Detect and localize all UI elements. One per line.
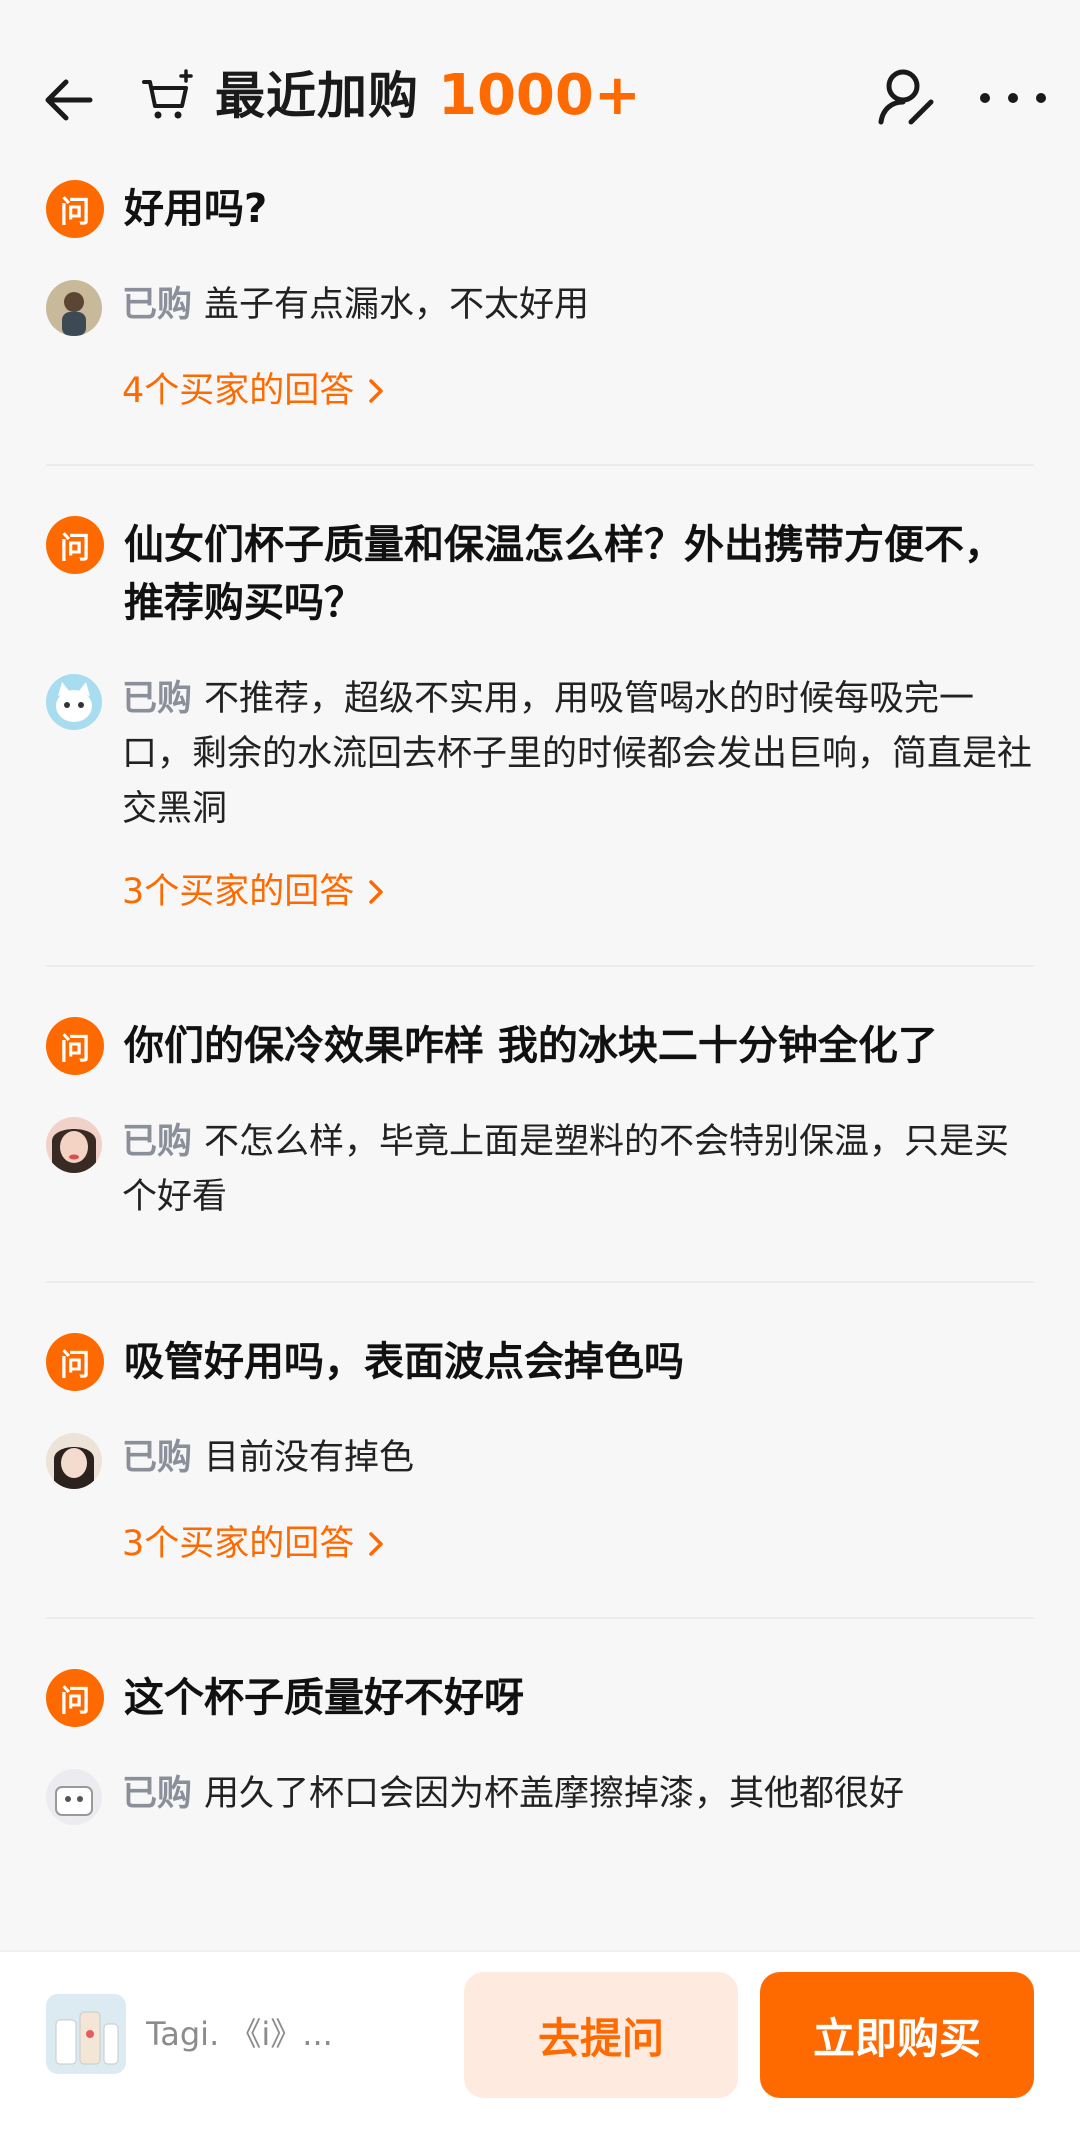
question-row: 问 好用吗? <box>46 180 1034 238</box>
more-dot-icon <box>1036 93 1046 103</box>
question-row: 问 这个杯子质量好不好呀 <box>46 1669 1034 1727</box>
page-title: 最近加购 <box>215 67 419 125</box>
answer-text: 已购 盖子有点漏水，不太好用 <box>122 278 1034 333</box>
question-badge: 问 <box>46 180 104 238</box>
my-questions-button[interactable] <box>875 64 941 130</box>
avatar <box>46 1433 102 1489</box>
answer-content: 目前没有掉色 <box>204 1438 415 1478</box>
question-text: 好用吗? <box>124 186 268 232</box>
more-options-button[interactable] <box>980 70 1046 126</box>
answer-row: 已购 用久了杯口会因为杯盖摩擦掉漆，其他都很好 <box>46 1767 1034 1825</box>
qa-item[interactable]: 问 你们的保冷效果咋样 我的冰块二十分钟全化了 已购 不怎么样，毕竟上面是塑料的不… <box>0 1017 1080 1225</box>
qa-list: 问 好用吗? 已购 盖子有点漏水，不太好用 4个买家的回答 问 仙女们杯子质量和… <box>0 180 1080 1825</box>
chevron-right-icon <box>369 379 384 403</box>
answer-text: 已购 用久了杯口会因为杯盖摩擦掉漆，其他都很好 <box>122 1767 1034 1822</box>
top-nav-bar: 最近加购 1000+ <box>0 0 1080 190</box>
user-edit-icon <box>878 69 934 125</box>
divider <box>46 464 1034 466</box>
question-badge: 问 <box>46 1669 104 1727</box>
more-answers-link[interactable]: 3个买家的回答 <box>122 1519 384 1569</box>
avatar <box>46 674 102 730</box>
divider <box>46 1281 1034 1283</box>
question-text: 仙女们杯子质量和保温怎么样？外出携带方便不，推荐购买吗？ <box>124 522 1004 626</box>
more-answers-label: 3个买家的回答 <box>122 1524 355 1564</box>
answer-row: 已购 不推荐，超级不实用，用吸管喝水的时候每吸完一口，剩余的水流回去杯子里的时候都… <box>46 672 1034 837</box>
chevron-right-icon <box>369 1532 384 1556</box>
question-row: 问 你们的保冷效果咋样 我的冰块二十分钟全化了 <box>46 1017 1034 1075</box>
product-thumbnail[interactable] <box>46 1994 126 2074</box>
qa-item[interactable]: 问 吸管好用吗，表面波点会掉色吗 已购 目前没有掉色 3个买家的回答 <box>0 1333 1080 1569</box>
qa-item[interactable]: 问 好用吗? 已购 盖子有点漏水，不太好用 4个买家的回答 <box>0 180 1080 416</box>
qa-item[interactable]: 问 仙女们杯子质量和保温怎么样？外出携带方便不，推荐购买吗？ 已购 不推荐，超级不… <box>0 516 1080 917</box>
answer-row: 已购 盖子有点漏水，不太好用 <box>46 278 1034 336</box>
answer-text: 已购 不怎么样，毕竟上面是塑料的不会特别保温，只是买个好看 <box>122 1115 1034 1225</box>
more-answers-label: 4个买家的回答 <box>122 371 355 411</box>
buy-now-button[interactable]: 立即购买 <box>760 1972 1034 2098</box>
qa-item[interactable]: 问 这个杯子质量好不好呀 已购 用久了杯口会因为杯盖摩擦掉漆，其他都很好 <box>0 1669 1080 1825</box>
answer-row: 已购 不怎么样，毕竟上面是塑料的不会特别保温，只是买个好看 <box>46 1115 1034 1225</box>
question-row: 问 吸管好用吗，表面波点会掉色吗 <box>46 1333 1034 1391</box>
question-badge: 问 <box>46 516 104 574</box>
more-dot-icon <box>1008 93 1018 103</box>
back-arrow-icon <box>45 79 93 121</box>
back-button[interactable] <box>38 70 98 130</box>
answer-text: 已购 目前没有掉色 <box>122 1431 1034 1486</box>
avatar <box>46 1117 102 1173</box>
more-answers-link[interactable]: 3个买家的回答 <box>122 867 384 917</box>
question-text: 你们的保冷效果咋样 我的冰块二十分钟全化了 <box>124 1023 938 1069</box>
bought-label: 已购 <box>122 1774 193 1814</box>
more-answers-label: 3个买家的回答 <box>122 872 355 912</box>
bought-label: 已购 <box>122 1438 193 1478</box>
question-text: 这个杯子质量好不好呀 <box>124 1675 524 1721</box>
question-badge: 问 <box>46 1333 104 1391</box>
bought-label: 已购 <box>122 1122 193 1162</box>
question-badge: 问 <box>46 1017 104 1075</box>
answer-content: 不怎么样，毕竟上面是塑料的不会特别保温，只是买个好看 <box>122 1122 1010 1217</box>
add-to-cart-count: 1000+ <box>438 63 641 128</box>
chevron-right-icon <box>369 880 384 904</box>
bought-label: 已购 <box>122 285 193 325</box>
bought-label: 已购 <box>122 679 193 719</box>
answer-content: 盖子有点漏水，不太好用 <box>204 285 590 325</box>
answer-row: 已购 目前没有掉色 <box>46 1431 1034 1489</box>
product-name[interactable]: Tagi. 《i》... <box>146 2010 376 2058</box>
answer-content: 不推荐，超级不实用，用吸管喝水的时候每吸完一口，剩余的水流回去杯子里的时候都会发… <box>122 679 1033 829</box>
cart-add-icon <box>142 69 193 119</box>
answer-content: 用久了杯口会因为杯盖摩擦掉漆，其他都很好 <box>204 1774 905 1814</box>
more-dot-icon <box>980 93 990 103</box>
question-row: 问 仙女们杯子质量和保温怎么样？外出携带方便不，推荐购买吗？ <box>46 516 1034 632</box>
divider <box>46 965 1034 967</box>
avatar <box>46 280 102 336</box>
divider <box>46 1617 1034 1619</box>
ask-question-button[interactable]: 去提问 <box>464 1972 738 2098</box>
more-answers-link[interactable]: 4个买家的回答 <box>122 366 384 416</box>
answer-text: 已购 不推荐，超级不实用，用吸管喝水的时候每吸完一口，剩余的水流回去杯子里的时候都… <box>122 672 1034 837</box>
question-text: 吸管好用吗，表面波点会掉色吗 <box>124 1339 684 1385</box>
bottom-action-bar: Tagi. 《i》... 去提问 立即购买 <box>0 1950 1080 2144</box>
avatar <box>46 1769 102 1825</box>
